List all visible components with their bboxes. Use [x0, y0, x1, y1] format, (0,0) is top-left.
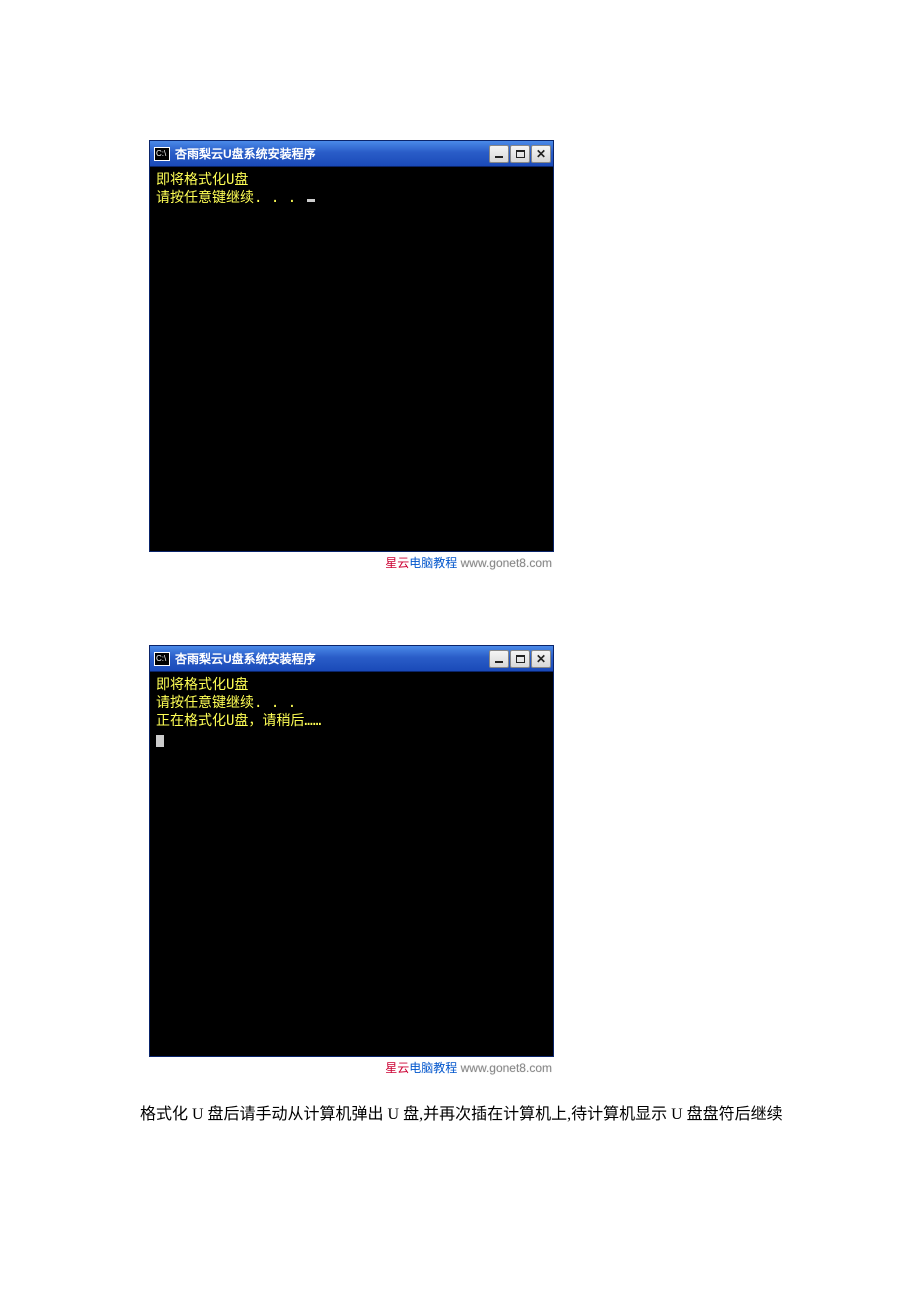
minimize-button[interactable]	[489, 145, 509, 163]
title-bar: C:\ 杏雨梨云U盘系统安装程序 ✕	[150, 646, 553, 672]
console-line: 即将格式化U盘	[156, 676, 547, 694]
watermark: 星云电脑教程 www.gonet8.com	[149, 1057, 554, 1076]
spacer	[0, 571, 920, 645]
console-output: 即将格式化U盘 请按任意键继续. . .	[150, 167, 553, 551]
console-output: 即将格式化U盘 请按任意键继续. . . 正在格式化U盘，请稍后……	[150, 672, 553, 1056]
minimize-button[interactable]	[489, 650, 509, 668]
title-bar: C:\ 杏雨梨云U盘系统安装程序 ✕	[150, 141, 553, 167]
close-button[interactable]: ✕	[531, 650, 551, 668]
cmd-icon: C:\	[154, 147, 170, 161]
watermark: 星云电脑教程 www.gonet8.com	[149, 552, 554, 571]
watermark-brand: 星云	[385, 1061, 409, 1075]
window-title: 杏雨梨云U盘系统安装程序	[175, 145, 489, 162]
window-controls: ✕	[489, 145, 551, 163]
console-line	[156, 730, 547, 748]
document-page: C:\ 杏雨梨云U盘系统安装程序 ✕ 即将格式化U盘 请按任意键继续. . . …	[0, 0, 920, 1168]
instruction-text: 格式化 U 盘后请手动从计算机弹出 U 盘,并再次插在计算机上,待计算机显示 U…	[140, 1102, 790, 1128]
console-window-2: C:\ 杏雨梨云U盘系统安装程序 ✕ 即将格式化U盘 请按任意键继续. . . …	[149, 645, 554, 1057]
window-title: 杏雨梨云U盘系统安装程序	[175, 650, 489, 667]
console-line: 即将格式化U盘	[156, 171, 547, 189]
maximize-button[interactable]	[510, 650, 530, 668]
window-controls: ✕	[489, 650, 551, 668]
console-line: 正在格式化U盘，请稍后……	[156, 712, 547, 730]
watermark-brand: 电脑教程	[409, 556, 457, 570]
watermark-brand: 电脑教程	[409, 1061, 457, 1075]
cursor-icon	[307, 199, 315, 202]
console-window-1: C:\ 杏雨梨云U盘系统安装程序 ✕ 即将格式化U盘 请按任意键继续. . .	[149, 140, 554, 552]
console-line: 请按任意键继续. . .	[156, 694, 547, 712]
cursor-icon	[156, 735, 164, 747]
maximize-button[interactable]	[510, 145, 530, 163]
watermark-url: www.gonet8.com	[461, 556, 552, 570]
console-line: 请按任意键继续. . .	[156, 189, 547, 207]
cmd-icon: C:\	[154, 652, 170, 666]
watermark-url: www.gonet8.com	[461, 1061, 552, 1075]
close-button[interactable]: ✕	[531, 145, 551, 163]
watermark-brand: 星云	[385, 556, 409, 570]
